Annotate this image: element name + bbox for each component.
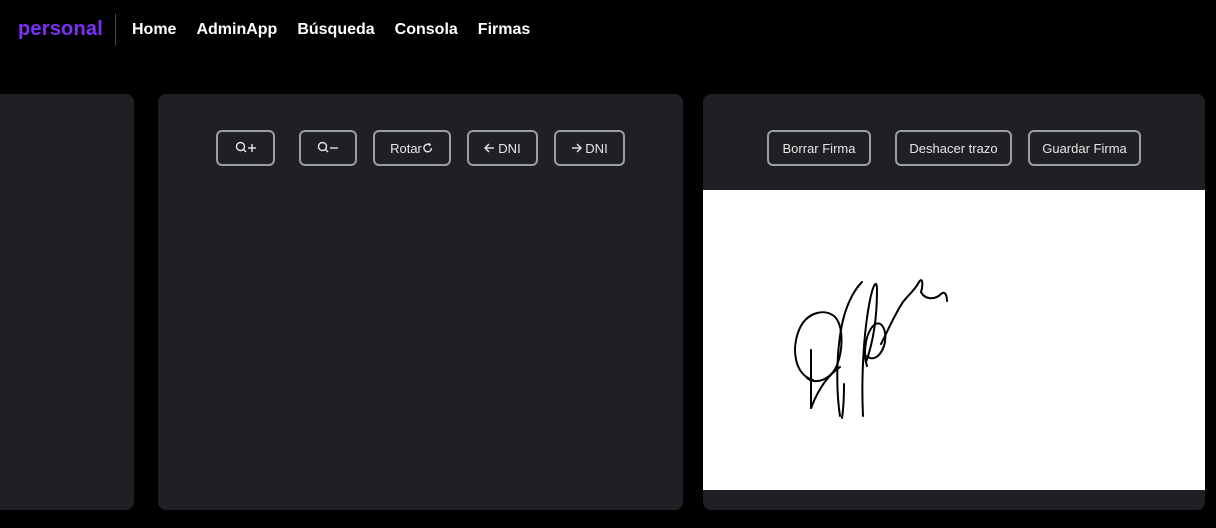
nav-item-adminapp[interactable]: AdminApp (196, 21, 277, 39)
arrow-right-icon (571, 143, 583, 153)
signature-strokes (794, 279, 948, 419)
magnifier-plus-icon (235, 141, 257, 155)
save-signature-button[interactable]: Guardar Firma (1028, 130, 1141, 166)
navbar-divider (115, 14, 116, 46)
rotate-label: Rotar (390, 140, 422, 156)
rotate-button[interactable]: Rotar (373, 130, 451, 166)
next-dni-label: DNI (585, 140, 608, 156)
previous-dni-button[interactable]: DNI (467, 130, 538, 166)
signature-canvas[interactable] (703, 190, 1205, 490)
document-viewer-panel: Rotar DNI DNI (158, 94, 683, 510)
zoom-in-button[interactable] (216, 130, 275, 166)
next-dni-button[interactable]: DNI (554, 130, 625, 166)
top-navbar: personal Home AdminApp Búsqueda Consola … (0, 0, 1216, 62)
nav-item-home[interactable]: Home (132, 21, 176, 39)
rotate-clockwise-icon (422, 142, 434, 154)
main-nav: Home AdminApp Búsqueda Consola Firmas (132, 21, 530, 39)
magnifier-minus-icon (317, 141, 339, 155)
nav-item-busqueda[interactable]: Búsqueda (297, 21, 374, 39)
signature-panel: Borrar Firma Deshacer trazo Guardar Firm… (703, 94, 1205, 510)
arrow-left-icon (484, 143, 495, 153)
nav-item-consola[interactable]: Consola (395, 21, 458, 39)
previous-dni-label: DNI (498, 140, 521, 156)
zoom-out-button[interactable] (299, 130, 357, 166)
undo-stroke-button[interactable]: Deshacer trazo (895, 130, 1012, 166)
nav-item-firmas[interactable]: Firmas (478, 21, 530, 39)
clear-signature-button[interactable]: Borrar Firma (767, 130, 871, 166)
left-panel (0, 94, 134, 510)
brand-logo-link[interactable]: personal (18, 18, 103, 41)
